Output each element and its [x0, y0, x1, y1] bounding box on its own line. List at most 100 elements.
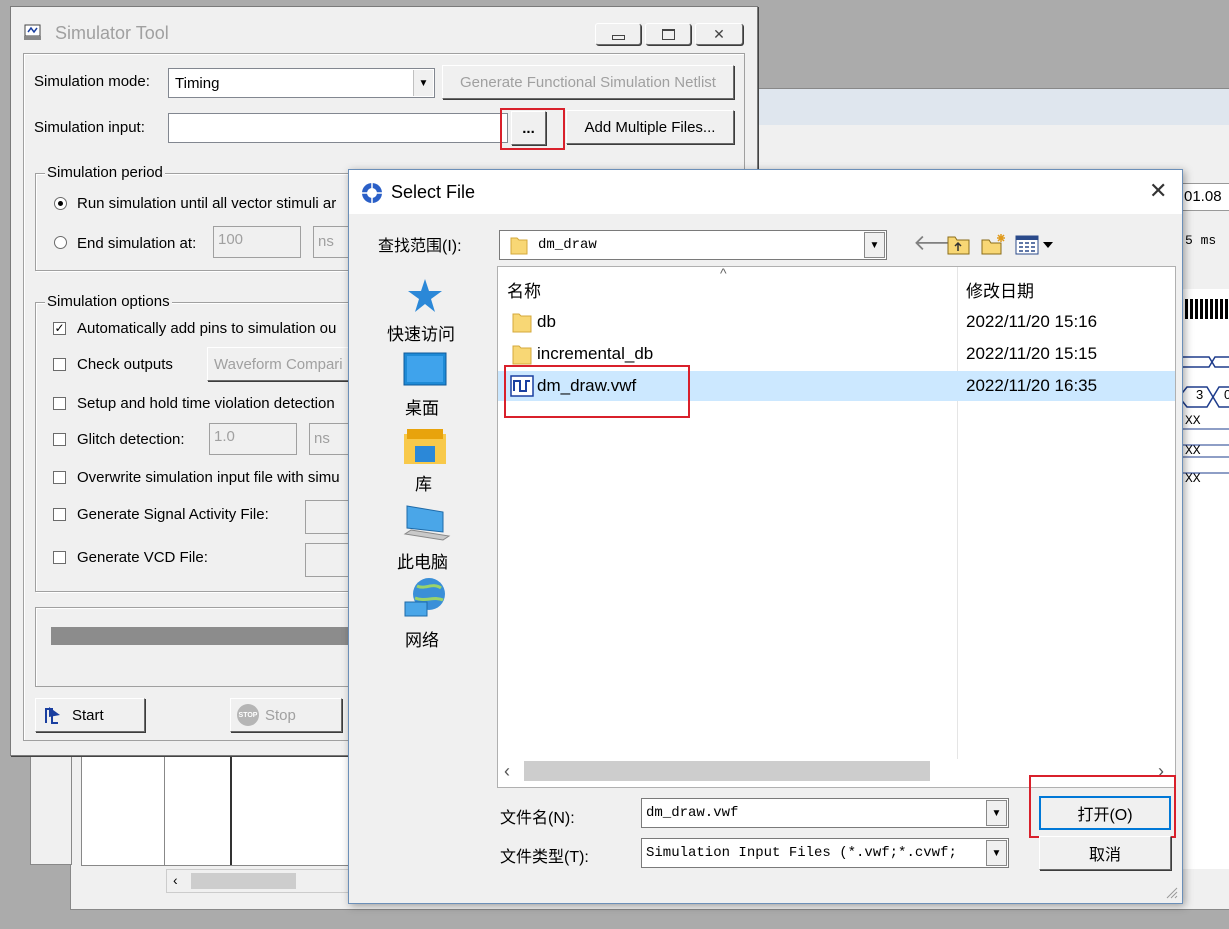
vcd-file-checkbox[interactable]: [53, 551, 66, 564]
file-row[interactable]: db 2022/11/20 15:16: [498, 307, 1175, 337]
simulation-mode-select[interactable]: Timing ▼: [168, 68, 435, 98]
glitch-unit-value: ns: [314, 430, 330, 447]
view-menu-icon[interactable]: [1015, 234, 1059, 256]
setup-hold-checkbox[interactable]: [53, 397, 66, 410]
file-list[interactable]: ^ 名称 修改日期 db 2022/11/20 15:16 incrementa…: [497, 265, 1176, 788]
filename-input[interactable]: dm_draw.vwf ▼: [641, 798, 1009, 828]
stop-label: Stop: [265, 706, 296, 724]
end-at-unit-value: ns: [318, 233, 334, 250]
maximize-button[interactable]: [645, 23, 691, 45]
places-bar: 快速访问 桌面 库 此电脑 网络: [349, 266, 497, 666]
check-outputs-checkbox[interactable]: [53, 358, 66, 371]
cancel-label: 取消: [1088, 847, 1121, 864]
unit-label: 5 ms: [1185, 233, 1217, 248]
library-icon: [404, 429, 446, 464]
place-quick-access[interactable]: 快速访问: [379, 274, 469, 344]
scroll-thumb[interactable]: [524, 761, 930, 781]
scroll-thumb[interactable]: [191, 873, 296, 889]
star-icon: [408, 279, 442, 312]
simulation-period-legend: Simulation period: [45, 164, 165, 181]
simulator-titlebar[interactable]: Simulator Tool ✕: [11, 7, 757, 53]
wave-xx: XX: [1185, 471, 1201, 486]
folder-icon: [512, 313, 532, 333]
run-until-label: Run simulation until all vector stimuli …: [77, 195, 337, 212]
look-in-select[interactable]: dm_draw ▼: [499, 230, 887, 260]
auto-add-pins-label: Automatically add pins to simulation ou: [77, 320, 337, 337]
look-in-value: dm_draw: [538, 237, 597, 253]
wave-xx: XX: [1185, 413, 1201, 428]
minimize-icon: [611, 34, 625, 40]
progress-bar: [51, 627, 371, 645]
horizontal-scrollbar[interactable]: ‹: [166, 869, 353, 893]
file-date: 2022/11/20 15:16: [966, 312, 1098, 331]
run-until-radio[interactable]: [54, 197, 67, 210]
vcd-file-label: Generate VCD File:: [77, 549, 208, 566]
simulation-input-field[interactable]: [168, 113, 508, 143]
place-computer[interactable]: 此电脑: [379, 500, 469, 574]
generate-netlist-button[interactable]: Generate Functional Simulation Netlist: [442, 65, 734, 99]
waveform-area: 3 0 XX XX XX: [1179, 289, 1229, 869]
folder-icon: [512, 345, 532, 365]
simulation-input-label: Simulation input:: [34, 119, 145, 136]
waveform-comparison-button[interactable]: Waveform Compari: [207, 347, 367, 381]
dialog-titlebar[interactable]: Select File ✕: [349, 170, 1182, 214]
glitch-detection-checkbox[interactable]: [53, 433, 66, 446]
select-file-dialog: Select File ✕ 查找范围(I): dm_draw ▼ 🡐 快速访问 …: [348, 169, 1183, 904]
stop-button[interactable]: STOP Stop: [230, 698, 342, 732]
file-name: db: [537, 312, 556, 331]
new-folder-icon[interactable]: [981, 232, 1007, 256]
start-icon: [45, 707, 60, 724]
scroll-left-icon[interactable]: ‹: [173, 872, 178, 888]
folder-icon: [510, 237, 528, 255]
overwrite-input-checkbox[interactable]: [53, 471, 66, 484]
clock-wave: [1185, 299, 1229, 319]
dialog-close-icon[interactable]: ✕: [1149, 178, 1167, 204]
place-label: 此电脑: [397, 553, 448, 572]
up-folder-icon[interactable]: [947, 234, 971, 256]
start-button[interactable]: Start: [35, 698, 145, 732]
chevron-down-icon[interactable]: ▼: [864, 232, 885, 258]
time-cell: 01.08: [1181, 183, 1229, 211]
end-at-field[interactable]: 100: [213, 226, 301, 258]
wave-value-0: 0: [1224, 387, 1229, 402]
overwrite-input-label: Overwrite simulation input file with sim…: [77, 469, 340, 486]
background-frame: [30, 755, 72, 865]
place-desktop[interactable]: 桌面: [379, 350, 469, 420]
stop-icon: STOP: [237, 704, 259, 726]
filetype-select[interactable]: Simulation Input Files (*.vwf;*.cvwf; ▼: [641, 838, 1009, 868]
waveform-comparison-label: Waveform Compari: [214, 355, 343, 373]
node-pane: [81, 754, 353, 866]
minimize-button[interactable]: [595, 23, 641, 45]
cancel-button[interactable]: 取消: [1039, 836, 1171, 870]
setup-hold-label: Setup and hold time violation detection: [77, 395, 335, 412]
place-network[interactable]: 网络: [379, 576, 469, 650]
end-at-radio[interactable]: [54, 236, 67, 249]
highlight-open: [1029, 775, 1176, 838]
close-button[interactable]: ✕: [695, 23, 743, 45]
simulation-mode-value: Timing: [175, 75, 220, 92]
chevron-down-icon[interactable]: ▼: [413, 70, 433, 96]
signal-activity-checkbox[interactable]: [53, 508, 66, 521]
network-icon: [404, 578, 445, 617]
resize-grip-icon[interactable]: [1165, 886, 1179, 900]
chevron-down-icon[interactable]: ▼: [986, 800, 1007, 826]
generate-netlist-label: Generate Functional Simulation Netlist: [460, 73, 716, 91]
check-outputs-label: Check outputs: [77, 356, 173, 373]
glitch-value-field[interactable]: 1.0: [209, 423, 297, 455]
chevron-down-icon[interactable]: ▼: [986, 840, 1007, 866]
column-header-date[interactable]: 修改日期: [966, 277, 1034, 302]
filename-value: dm_draw.vwf: [646, 805, 739, 821]
start-label: Start: [72, 706, 104, 724]
close-icon: ✕: [713, 25, 725, 42]
scroll-left-icon[interactable]: ‹: [504, 761, 510, 782]
file-date: 2022/11/20 16:35: [966, 376, 1098, 395]
file-date: 2022/11/20 15:15: [966, 344, 1098, 363]
add-multiple-label: Add Multiple Files...: [584, 118, 716, 136]
end-at-value: 100: [218, 231, 244, 248]
add-multiple-files-button[interactable]: Add Multiple Files...: [566, 110, 734, 144]
look-in-label: 查找范围(I):: [378, 238, 462, 255]
auto-add-pins-checkbox[interactable]: ✓: [53, 322, 66, 335]
place-library[interactable]: 库: [379, 426, 469, 496]
end-at-label: End simulation at:: [77, 235, 197, 252]
column-header-name[interactable]: 名称: [507, 277, 541, 302]
